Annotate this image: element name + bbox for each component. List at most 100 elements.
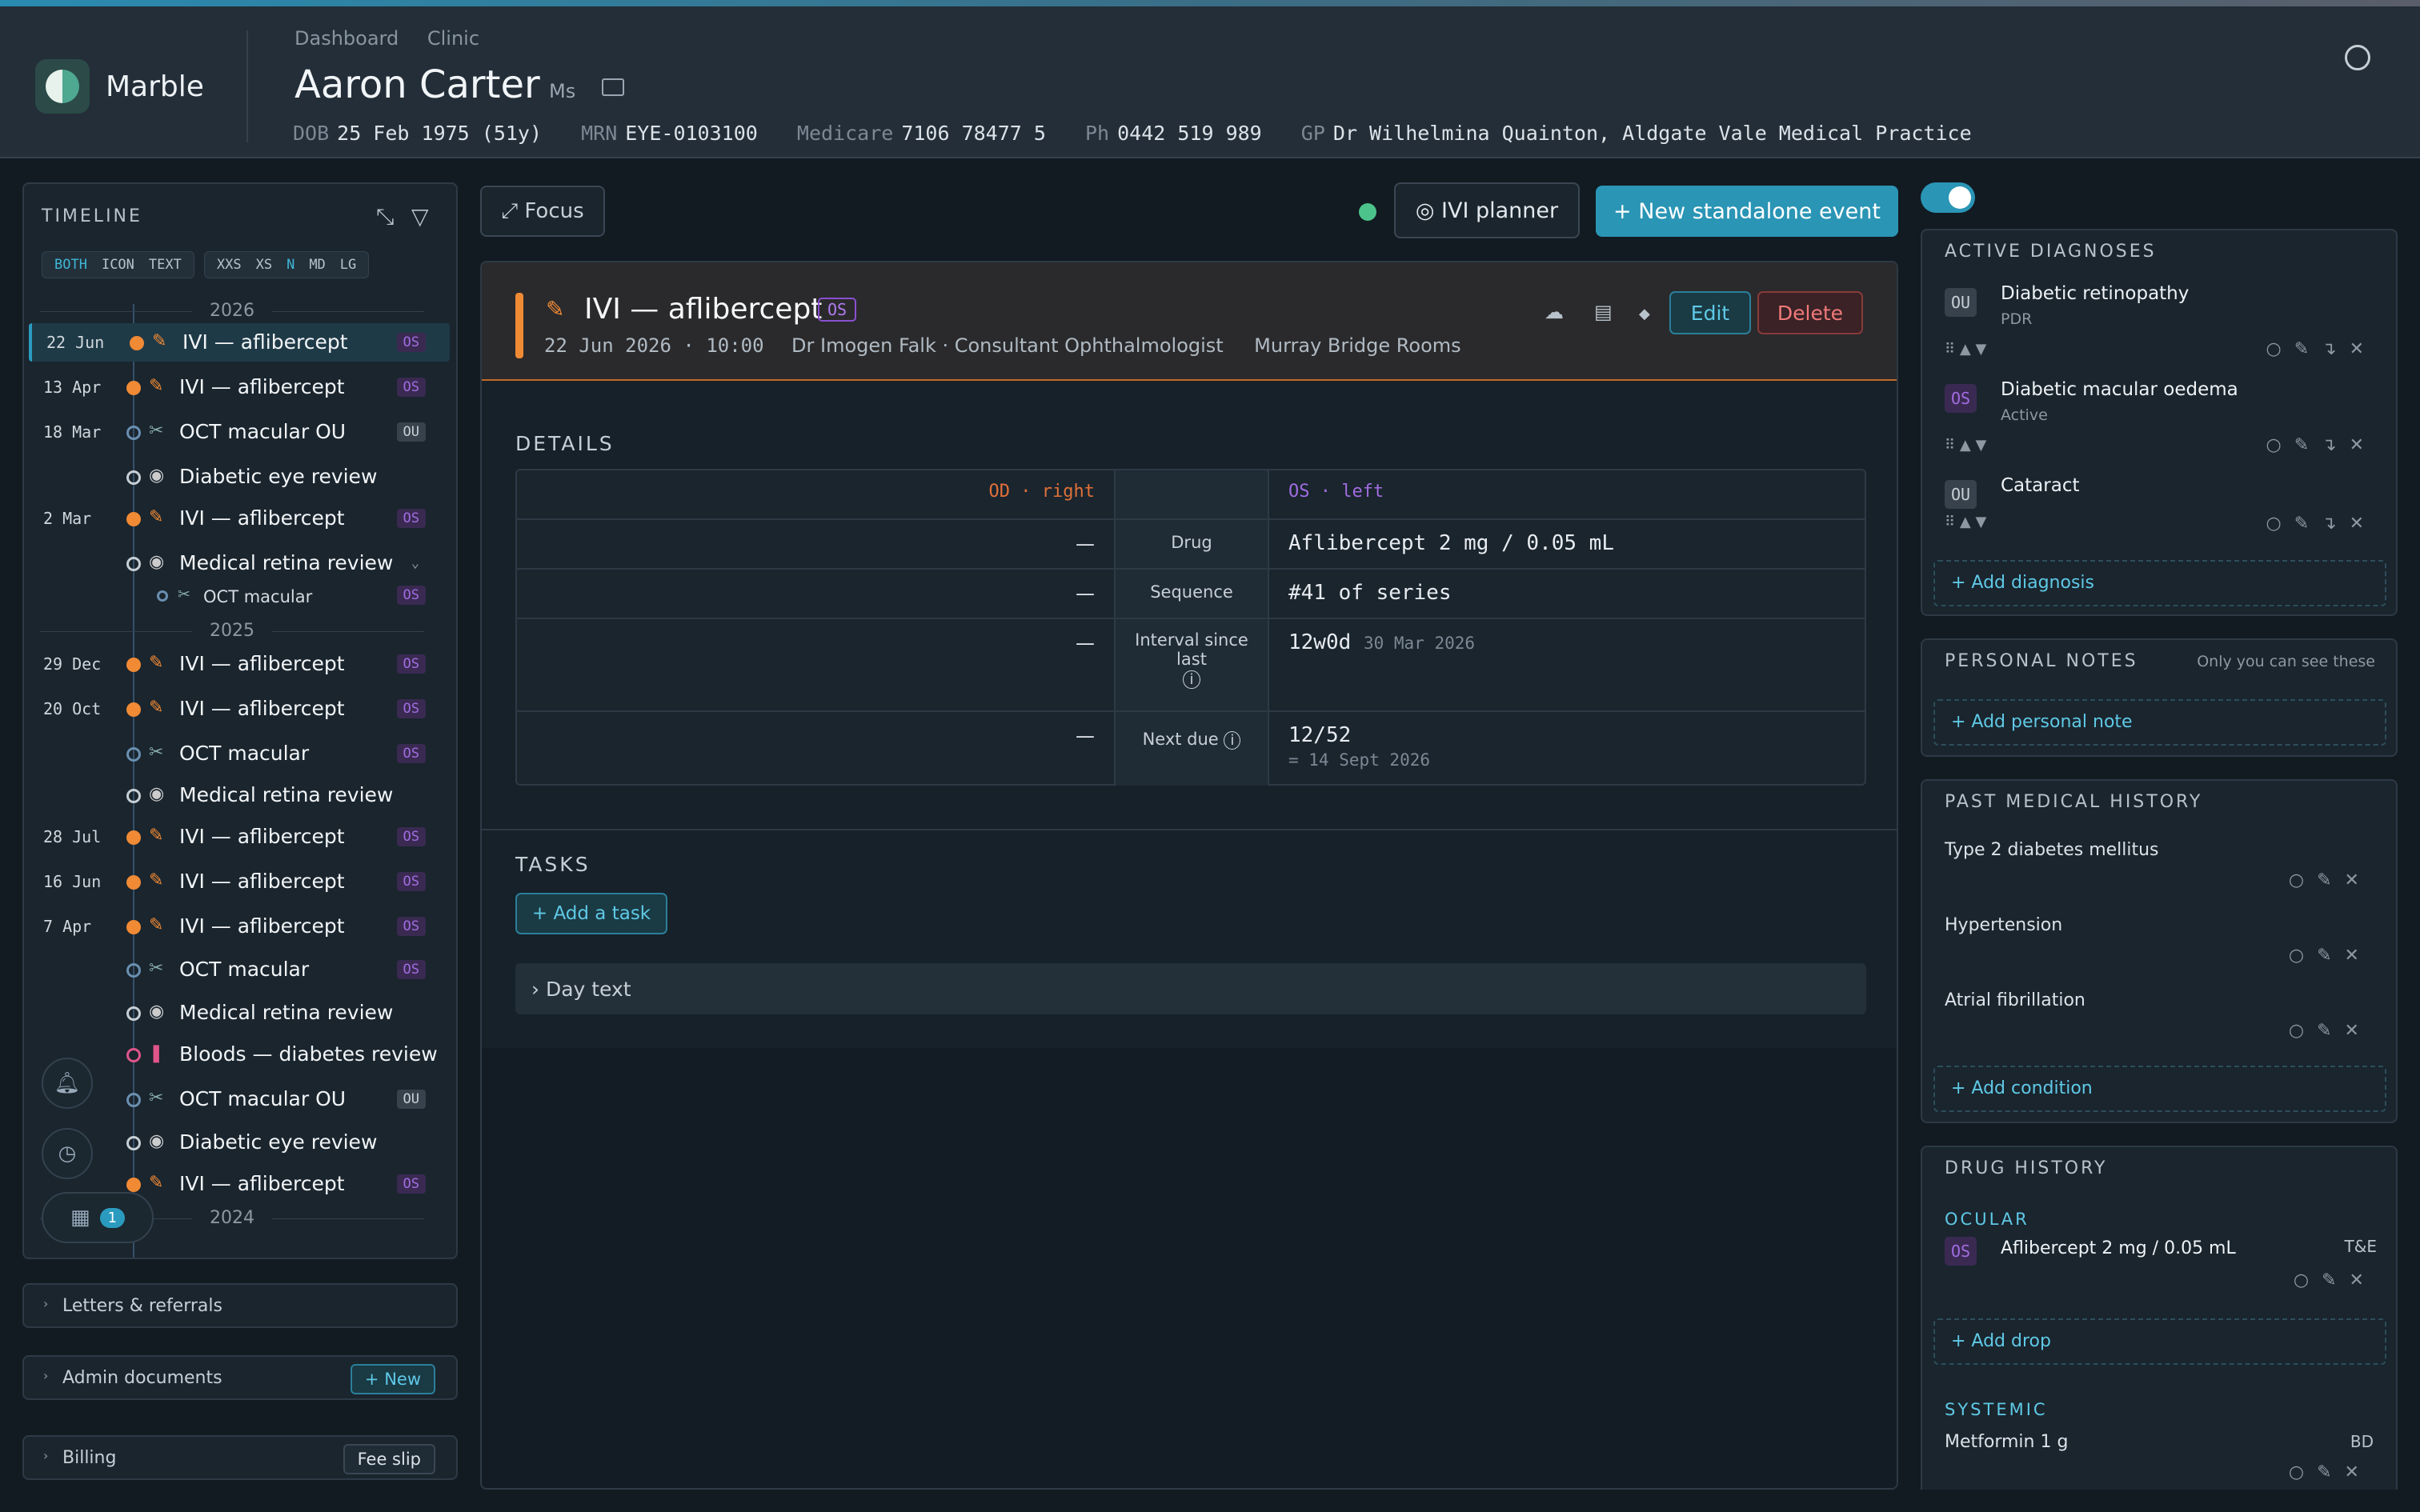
delete-button[interactable]: Delete bbox=[1757, 291, 1863, 334]
focus-button[interactable]: ⤢ Focus bbox=[480, 186, 605, 237]
edit-button[interactable]: Edit bbox=[1669, 291, 1751, 334]
add-condition-button[interactable]: + Add condition bbox=[1933, 1066, 2386, 1112]
breadcrumb-clinic[interactable]: Clinic bbox=[427, 27, 479, 50]
event-label: IVI — aflibercept bbox=[179, 870, 345, 893]
new-standalone-event-button[interactable]: + New standalone event bbox=[1596, 186, 1898, 237]
chevron-down-icon[interactable]: ⌄ bbox=[405, 554, 426, 573]
timeline-event[interactable]: ◉ Medical retina review bbox=[29, 776, 450, 814]
timeline-event[interactable]: ❚ Bloods — diabetes review bbox=[29, 1035, 450, 1074]
timeline-event[interactable]: 28 Jul ✎ IVI — aflibercept OS bbox=[29, 818, 450, 856]
fee-slip-button[interactable]: Fee slip bbox=[343, 1444, 435, 1474]
size-n[interactable]: N bbox=[279, 255, 302, 274]
diagnosis-item[interactable]: OU Cataract ⠿ ▲ ▼ ○✎↴✕ bbox=[1945, 474, 2377, 554]
row-label: Sequence bbox=[1114, 570, 1269, 618]
drug-item[interactable]: OS Aflibercept 2 mg / 0.05 mL T&E ○✎✕ bbox=[1945, 1237, 2377, 1301]
timeline-event[interactable]: ◉ Medical retina review ⌄ bbox=[29, 544, 450, 582]
condition-actions[interactable]: ○✎✕ bbox=[2289, 946, 2372, 966]
timeline-event[interactable]: 7 Apr ✎ IVI — aflibercept OS bbox=[29, 907, 450, 946]
chevron-right-icon: › bbox=[43, 1368, 49, 1383]
document-export-icon[interactable]: ▤ bbox=[1594, 301, 1613, 323]
injection-dot bbox=[126, 875, 141, 890]
event-date: 7 Apr bbox=[43, 917, 92, 936]
os-header: OS · left bbox=[1288, 482, 1384, 502]
eye-badge: OS bbox=[396, 744, 426, 763]
timeline-event[interactable]: ◉ Diabetic eye review bbox=[29, 458, 450, 496]
event-location: Murray Bridge Rooms bbox=[1254, 334, 1461, 357]
diagnosis-status: Active bbox=[2001, 406, 2048, 424]
details-table: OD · right OS · left — Drug Aflibercept … bbox=[515, 469, 1866, 786]
info-icon[interactable]: i bbox=[1224, 731, 1241, 750]
timeline-event[interactable]: 16 Jun ✎ IVI — aflibercept OS bbox=[29, 862, 450, 901]
syringe-icon: ✎ bbox=[149, 653, 164, 673]
view-both[interactable]: BOTH bbox=[47, 255, 94, 274]
timeline-event[interactable]: 13 Apr ✎ IVI — aflibercept OS bbox=[29, 368, 450, 406]
size-md[interactable]: MD bbox=[302, 255, 332, 274]
eye-badge: OS bbox=[396, 654, 426, 674]
admin-documents-section[interactable]: › Admin documents + New bbox=[22, 1355, 458, 1400]
view-mode-segment: BOTH ICON TEXT bbox=[42, 251, 194, 278]
drug-actions[interactable]: ○✎✕ bbox=[2294, 1270, 2377, 1290]
drug-actions[interactable]: ○✎✕ bbox=[2289, 1462, 2372, 1482]
timeline-sub-event[interactable]: ✂ OCT macular OS bbox=[29, 579, 450, 611]
ivi-planner-button[interactable]: ◎ IVI planner bbox=[1394, 182, 1580, 238]
day-text-expander[interactable]: › Day text bbox=[515, 963, 1866, 1014]
timeline-event[interactable]: 2 Mar ✎ IVI — aflibercept OS bbox=[29, 499, 450, 538]
add-drop-button[interactable]: + Add drop bbox=[1933, 1318, 2386, 1365]
drug-frequency: T&E bbox=[2344, 1237, 2377, 1256]
diagnosis-actions[interactable]: ○✎↴✕ bbox=[2266, 514, 2378, 534]
reorder-controls[interactable]: ⠿ ▲ ▼ bbox=[1945, 341, 1986, 358]
size-xs[interactable]: XS bbox=[249, 255, 279, 274]
diagnosis-actions[interactable]: ○✎↴✕ bbox=[2266, 339, 2378, 359]
diagnosis-item[interactable]: OS Diabetic macular oedema Active ⠿ ▲ ▼ … bbox=[1945, 378, 2377, 466]
panel-toggle-switch[interactable] bbox=[1921, 182, 1975, 213]
timeline-event[interactable]: 20 Oct ✎ IVI — aflibercept OS bbox=[29, 690, 450, 728]
billing-section[interactable]: › Billing Fee slip bbox=[22, 1435, 458, 1480]
table-row: — Drug Aflibercept 2 mg / 0.05 mL bbox=[517, 518, 1865, 568]
add-task-button[interactable]: + Add a task bbox=[515, 893, 667, 934]
reorder-controls[interactable]: ⠿ ▲ ▼ bbox=[1945, 514, 1986, 530]
bell-icon[interactable]: 🔔︎ bbox=[42, 1058, 93, 1109]
timeline-event[interactable]: 29 Dec ✎ IVI — aflibercept OS bbox=[29, 645, 450, 683]
timeline-event[interactable]: ◉ Medical retina review bbox=[29, 994, 450, 1032]
od-value: — bbox=[1076, 725, 1095, 747]
phone-value: 0442 519 989 bbox=[1117, 122, 1262, 145]
condition-actions[interactable]: ○✎✕ bbox=[2289, 1021, 2372, 1041]
diamond-icon[interactable]: ◆ bbox=[1639, 306, 1650, 322]
theme-toggle-sun-icon[interactable] bbox=[2345, 45, 2370, 70]
timeline-list[interactable]: 2026 22 Jun ✎ IVI — aflibercept OS 13 Apr ✎ I… bbox=[24, 296, 456, 1258]
eye-icon: ◉ bbox=[149, 466, 165, 486]
size-lg[interactable]: LG bbox=[333, 255, 363, 274]
event-date: 22 Jun 2026 bbox=[544, 334, 671, 357]
collapse-icon[interactable]: ⤡ bbox=[376, 203, 394, 230]
new-admin-document-button[interactable]: + New bbox=[350, 1364, 435, 1394]
letters-referrals-section[interactable]: › Letters & referrals bbox=[22, 1283, 458, 1328]
eye-badge: OS bbox=[396, 960, 426, 979]
view-text[interactable]: TEXT bbox=[142, 255, 189, 274]
syringe-icon: ✎ bbox=[152, 331, 167, 351]
section-divider bbox=[482, 829, 1897, 830]
breadcrumb-dashboard[interactable]: Dashboard bbox=[294, 27, 399, 50]
timeline-event[interactable]: 22 Jun ✎ IVI — aflibercept OS bbox=[29, 323, 450, 362]
event-label: IVI — aflibercept bbox=[179, 697, 345, 720]
diagnosis-item[interactable]: OU Diabetic retinopathy PDR ⠿ ▲ ▼ ○✎↴✕ bbox=[1945, 282, 2377, 370]
clock-icon[interactable]: ◷ bbox=[42, 1128, 93, 1179]
timeline-event[interactable]: ✂ OCT macular OS bbox=[29, 950, 450, 989]
timeline-event[interactable]: ✂ OCT macular OS bbox=[29, 734, 450, 773]
os-value: #41 of series bbox=[1288, 581, 1452, 605]
condition-actions[interactable]: ○✎✕ bbox=[2289, 870, 2372, 890]
filter-icon[interactable]: ▽ bbox=[411, 203, 429, 230]
view-icon[interactable]: ICON bbox=[94, 255, 142, 274]
reorder-controls[interactable]: ⠿ ▲ ▼ bbox=[1945, 437, 1986, 454]
diagnosis-actions[interactable]: ○✎↴✕ bbox=[2266, 435, 2378, 455]
timeline-event[interactable]: 18 Mar ✂ OCT macular OU OU bbox=[29, 413, 450, 451]
row-label: Drug bbox=[1114, 520, 1269, 568]
add-diagnosis-button[interactable]: + Add diagnosis bbox=[1933, 560, 2386, 606]
os-value: 12/52 bbox=[1288, 723, 1352, 747]
size-xxs[interactable]: XXS bbox=[210, 255, 249, 274]
id-card-icon[interactable] bbox=[602, 78, 624, 96]
cloud-upload-icon[interactable]: ☁ bbox=[1545, 301, 1564, 323]
info-icon[interactable]: i bbox=[1183, 670, 1200, 689]
calendar-button[interactable]: ▦ 1 bbox=[42, 1192, 154, 1243]
app-logo[interactable] bbox=[35, 59, 90, 114]
add-personal-note-button[interactable]: + Add personal note bbox=[1933, 699, 2386, 746]
